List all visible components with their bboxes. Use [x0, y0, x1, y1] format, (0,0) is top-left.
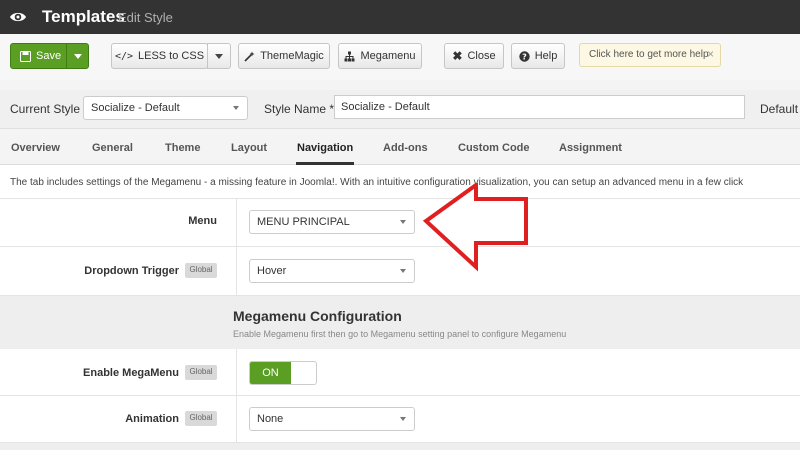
- megamenu-config-section: Megamenu Configuration Enable Megamenu f…: [0, 296, 800, 349]
- global-badge: Global: [185, 263, 217, 278]
- tab-add-ons[interactable]: Add-ons: [383, 142, 428, 154]
- enable-megamenu-row: Enable MegaMenu Global: [0, 349, 800, 396]
- enable-megamenu-toggle[interactable]: ON: [249, 361, 317, 385]
- chevron-down-icon: [400, 220, 406, 224]
- tab-general[interactable]: General: [92, 142, 133, 154]
- less-dropdown-toggle[interactable]: [207, 43, 231, 69]
- tab-description-text: The tab includes settings of the Megamen…: [10, 177, 744, 188]
- megamenu-config-description: Enable Megamenu first then go to Megamen…: [233, 329, 567, 339]
- current-style-value: Socialize - Default: [91, 102, 180, 114]
- chevron-down-icon: [233, 106, 239, 110]
- menu-label: Menu: [188, 215, 217, 227]
- tab-layout[interactable]: Layout: [231, 142, 267, 154]
- tab-assignment[interactable]: Assignment: [559, 142, 622, 154]
- animation-select[interactable]: None: [249, 407, 415, 431]
- page-subtitle: Edit Style: [118, 10, 173, 25]
- dropdown-trigger-value: Hover: [257, 265, 287, 277]
- global-badge: Global: [185, 411, 217, 426]
- dropdown-trigger-row: Dropdown Trigger Global Hover: [0, 247, 800, 296]
- close-button[interactable]: ✖ Close: [444, 43, 504, 69]
- help-hint-text: Click here to get more help: [589, 49, 709, 60]
- default-label: Default: [760, 102, 799, 116]
- annotation-arrow: [422, 183, 528, 272]
- sitemap-icon: [344, 51, 355, 61]
- magic-wand-icon: [244, 51, 255, 62]
- thememagic-button[interactable]: ThemeMagic: [238, 43, 330, 69]
- megamenu-config-title: Megamenu Configuration: [233, 308, 402, 324]
- tab-navigation[interactable]: Navigation: [297, 142, 353, 154]
- megamenu-button[interactable]: Megamenu: [338, 43, 422, 69]
- bottom-divider: [0, 443, 800, 450]
- chevron-down-icon: [400, 269, 406, 273]
- help-button[interactable]: ? Help: [511, 43, 565, 69]
- column-divider: [236, 396, 237, 442]
- question-circle-icon: ?: [518, 50, 530, 62]
- close-icon: ✖: [452, 49, 463, 63]
- tab-description: The tab includes settings of the Megamen…: [0, 165, 800, 199]
- code-icon: </>: [114, 50, 133, 62]
- megamenu-label: Megamenu: [360, 50, 416, 62]
- dropdown-trigger-select[interactable]: Hover: [249, 259, 415, 283]
- chevron-down-icon: [400, 417, 406, 421]
- menu-row: Menu MENU PRINCIPAL: [0, 199, 800, 247]
- app-header: Templates Edit Style: [0, 0, 800, 34]
- chevron-down-icon: [73, 53, 82, 59]
- chevron-down-icon: [215, 53, 223, 59]
- menu-select[interactable]: MENU PRINCIPAL: [249, 210, 415, 234]
- save-label: Save: [36, 50, 62, 62]
- global-badge: Global: [185, 365, 217, 380]
- tab-theme[interactable]: Theme: [165, 142, 200, 154]
- eye-icon: [10, 12, 26, 22]
- style-name-value: Socialize - Default: [341, 101, 430, 113]
- help-label: Help: [534, 50, 558, 62]
- column-divider: [236, 349, 237, 395]
- tab-bar: Overview General Theme Layout Navigation…: [0, 128, 800, 165]
- style-bar: Current Style Socialize - Default Style …: [0, 90, 800, 128]
- animation-value: None: [257, 413, 284, 425]
- animation-row: Animation Global None: [0, 396, 800, 443]
- column-divider: [236, 247, 237, 295]
- toolbar: Save </> LESS to CSS ThemeMagic Megamenu…: [0, 34, 800, 80]
- toggle-on-state: ON: [250, 362, 291, 384]
- toolbar-spacer: [0, 80, 800, 90]
- enable-megamenu-label: Enable MegaMenu: [83, 367, 179, 379]
- current-style-label: Current Style: [10, 102, 81, 116]
- less-to-css-label: LESS to CSS: [138, 50, 205, 62]
- tab-custom-code[interactable]: Custom Code: [458, 142, 530, 154]
- close-label: Close: [467, 50, 496, 62]
- tab-overview[interactable]: Overview: [11, 142, 60, 154]
- current-style-select[interactable]: Socialize - Default: [83, 96, 248, 120]
- svg-text:?: ?: [522, 52, 527, 61]
- menu-value: MENU PRINCIPAL: [257, 216, 350, 228]
- animation-label: Animation: [125, 413, 179, 425]
- style-name-label: Style Name *: [264, 102, 335, 116]
- page-title: Templates: [42, 7, 125, 26]
- help-hint-tooltip[interactable]: Click here to get more help ×: [579, 43, 721, 67]
- thememagic-label: ThemeMagic: [260, 50, 324, 62]
- column-divider: [236, 199, 237, 246]
- style-name-input[interactable]: Socialize - Default: [334, 95, 745, 119]
- save-button[interactable]: Save: [10, 43, 89, 69]
- less-to-css-button[interactable]: </> LESS to CSS: [111, 43, 208, 69]
- dropdown-trigger-label: Dropdown Trigger: [84, 265, 179, 277]
- save-icon: [20, 50, 31, 62]
- save-dropdown-toggle[interactable]: [66, 44, 88, 68]
- hint-close-icon[interactable]: ×: [707, 47, 714, 61]
